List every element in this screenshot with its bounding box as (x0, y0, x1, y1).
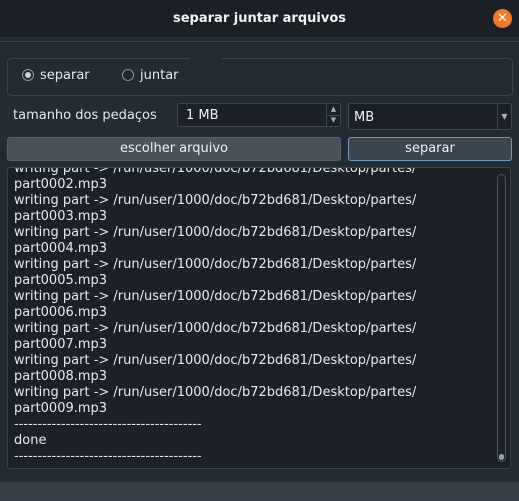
chevron-down-icon[interactable]: ▼ (497, 104, 511, 129)
window-title: separar juntar arquivos (173, 11, 346, 26)
bottom-bar (0, 482, 519, 501)
radio-juntar-label: juntar (140, 67, 179, 83)
separator (0, 41, 519, 42)
unit-select[interactable]: MB ▼ (348, 103, 512, 130)
chunk-size-label: tamanho dos pedaços (13, 108, 157, 123)
choose-file-button[interactable]: escolher arquivo (7, 137, 341, 161)
close-icon[interactable]: ✕ (493, 9, 512, 28)
log-line: writing part -> /run/user/1000/doc/b72bd… (14, 321, 417, 336)
log-text: writing part -> /run/user/1000/doc/b72bd… (14, 167, 484, 465)
log-line: part0005.mp3 (14, 273, 108, 288)
log-line: part0002.mp3 (14, 177, 108, 192)
log-line: writing part -> /run/user/1000/doc/b72bd… (14, 167, 417, 176)
unit-select-value: MB (354, 110, 375, 125)
log-line: writing part -> /run/user/1000/doc/b72bd… (14, 193, 417, 208)
log-line: part0003.mp3 (14, 209, 108, 224)
log-line: writing part -> /run/user/1000/doc/b72bd… (14, 257, 417, 272)
spin-buttons: ▲ ▼ (326, 104, 340, 126)
log-output[interactable]: writing part -> /run/user/1000/doc/b72bd… (7, 167, 511, 469)
scrollbar-thumb[interactable] (499, 454, 504, 460)
radio-separar[interactable]: separar (22, 67, 90, 83)
spin-down-icon[interactable]: ▼ (327, 115, 340, 126)
chunk-size-spinbox[interactable]: 1 MB ▲ ▼ (177, 103, 341, 127)
log-line: part0009.mp3 (14, 401, 108, 416)
chunk-size-value[interactable]: 1 MB (186, 108, 219, 123)
radio-checked-icon (22, 69, 34, 81)
log-line: done (14, 433, 47, 448)
log-line: ---------------------------------------- (14, 449, 202, 464)
log-line: writing part -> /run/user/1000/doc/b72bd… (14, 385, 417, 400)
log-line: part0004.mp3 (14, 241, 108, 256)
groupbox-title-gap (190, 57, 222, 61)
log-line: writing part -> /run/user/1000/doc/b72bd… (14, 289, 417, 304)
log-scrollbar[interactable] (497, 174, 506, 462)
log-line: part0006.mp3 (14, 305, 108, 320)
radio-unchecked-icon (122, 69, 134, 81)
log-line: ---------------------------------------- (14, 417, 202, 432)
split-button[interactable]: separar (348, 137, 512, 161)
log-line: part0007.mp3 (14, 337, 108, 352)
log-line: part0008.mp3 (14, 369, 108, 384)
radio-juntar[interactable]: juntar (122, 67, 179, 83)
log-line: writing part -> /run/user/1000/doc/b72bd… (14, 353, 417, 368)
radio-separar-label: separar (40, 67, 90, 83)
log-line: writing part -> /run/user/1000/doc/b72bd… (14, 225, 417, 240)
